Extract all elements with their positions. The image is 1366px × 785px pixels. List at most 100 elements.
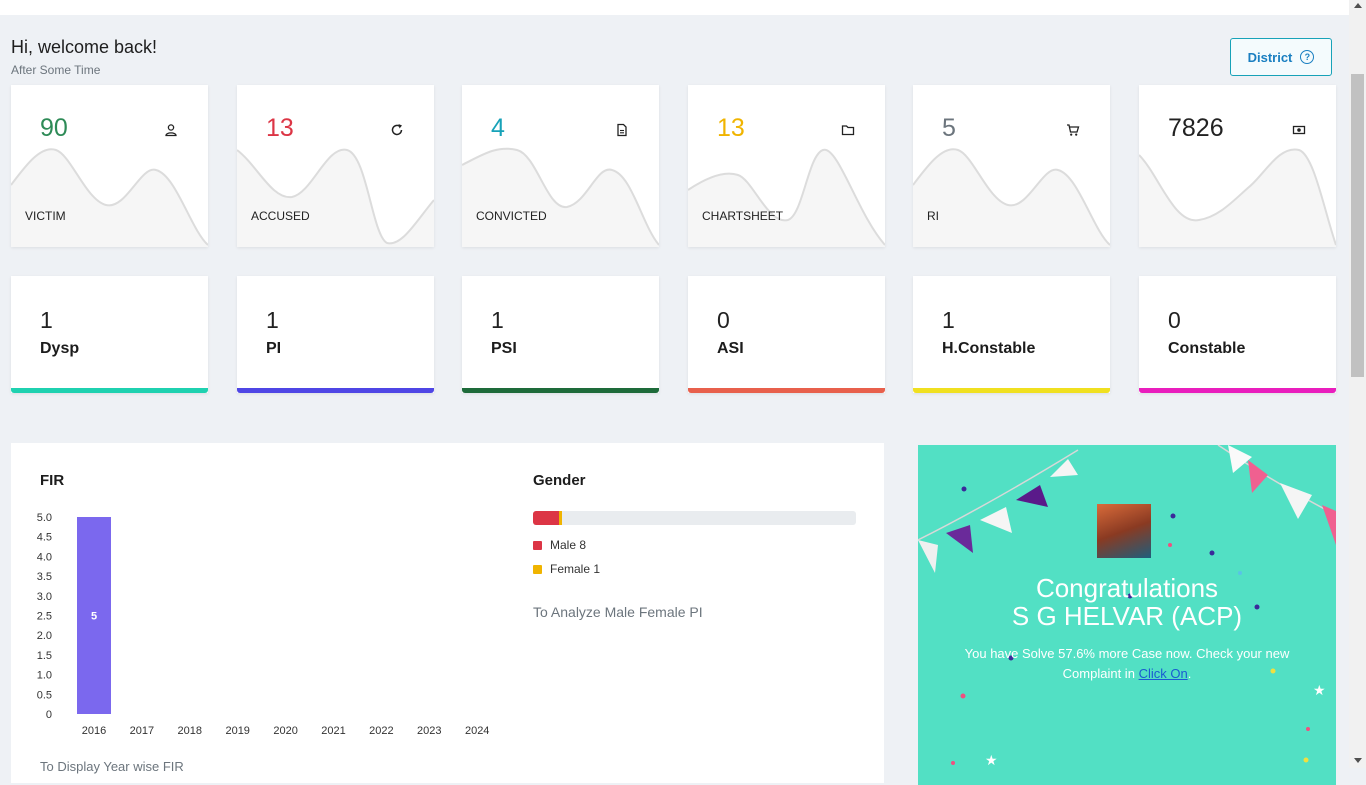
stat-label: CHARTSHEET	[702, 209, 784, 223]
gender-caption: To Analyze Male Female PI	[533, 604, 703, 620]
rank-count: 1	[942, 307, 955, 333]
folder-icon	[841, 123, 855, 137]
rank-accent-bar	[462, 388, 659, 393]
rank-label: ASI	[717, 340, 744, 357]
top-bar	[0, 0, 1349, 15]
sparkline-wave	[237, 148, 434, 247]
y-tick-label: 1.5	[37, 650, 52, 662]
legend-female-swatch	[533, 564, 542, 574]
rank-label: H.Constable	[942, 340, 1036, 357]
stat-label: VICTIM	[25, 209, 66, 223]
rank-accent-bar	[688, 388, 885, 393]
rank-accent-bar	[1139, 388, 1336, 393]
stat-value: 7826	[1168, 114, 1224, 142]
x-tick-label: 2017	[130, 725, 154, 737]
congrats-name: S G HELVAR (ACP)	[1011, 601, 1243, 631]
click-on-link[interactable]: Click On	[1139, 666, 1188, 681]
congrats-message-end: .	[1187, 666, 1192, 681]
congrats-message-text: You have Solve 57.6% more Case now. Chec…	[964, 646, 1290, 681]
congrats-message: You have Solve 57.6% more Case now. Chec…	[958, 644, 1296, 684]
rank-card-psi[interactable]: 1 PSI	[462, 276, 659, 393]
stat-card-victim[interactable]: 90 VICTIM	[11, 85, 208, 247]
x-tick-label: 2020	[273, 725, 297, 737]
y-tick-label: 4.5	[37, 532, 52, 544]
scroll-thumb[interactable]	[1351, 74, 1364, 377]
fir-title: FIR	[40, 472, 65, 489]
stat-label: RI	[927, 209, 939, 223]
stat-value: 4	[491, 114, 505, 142]
avatar	[1097, 504, 1151, 558]
refresh-icon	[390, 123, 404, 137]
legend-male-swatch	[533, 540, 542, 550]
rank-count: 0	[717, 307, 730, 333]
stat-label: CONVICTED	[476, 209, 547, 223]
stat-label: ACCUSED	[251, 209, 310, 223]
stat-value: 13	[266, 114, 294, 142]
y-tick-label: 3.5	[37, 571, 52, 583]
rank-label: PSI	[491, 340, 517, 357]
legend-male-label: Male 8	[550, 538, 587, 552]
scroll-up-icon[interactable]	[1354, 3, 1362, 8]
y-tick-label: 3.0	[37, 591, 52, 603]
stat-card-convicted[interactable]: 4 CONVICTED	[462, 85, 659, 247]
fir-bar-data-label: 5	[91, 611, 97, 623]
congratulations-card: ★ ★ Congratulations S G HELVAR (ACP) You…	[918, 445, 1336, 785]
x-tick-label: 2016	[82, 725, 106, 737]
stat-card-accused[interactable]: 13 ACCUSED	[237, 85, 434, 247]
sparkline-wave	[913, 148, 1110, 247]
fir-bar-chart: 0 0.5 1.0 1.5 2.0 2.5 3.0 3.5 4.0 4.5 5.0 5 2016 2017…	[37, 512, 490, 737]
cart-icon	[1066, 123, 1080, 137]
gender-title: Gender	[533, 472, 586, 489]
stat-card-amount[interactable]: 7826	[1139, 85, 1336, 247]
x-tick-label: 2021	[321, 725, 345, 737]
district-button[interactable]: District ?	[1230, 38, 1332, 76]
money-icon	[1292, 123, 1306, 137]
rank-label: PI	[266, 340, 282, 357]
sparkline-wave	[462, 147, 659, 247]
legend-female: Female 1	[533, 562, 600, 576]
stat-value: 13	[717, 114, 745, 142]
scrollbar[interactable]	[1349, 0, 1366, 768]
gender-segment-0	[533, 511, 559, 525]
sparkline-wave	[11, 148, 208, 247]
welcome-subtitle: After Some Time	[11, 63, 101, 77]
stat-card-ri[interactable]: 5 RI	[913, 85, 1110, 247]
district-button-label: District	[1247, 49, 1293, 65]
rank-count: 1	[491, 307, 504, 333]
rank-card-dysp[interactable]: 1 Dysp	[11, 276, 208, 393]
y-tick-label: 4.0	[37, 551, 52, 563]
x-tick-label: 2018	[178, 725, 202, 737]
rank-card-constable[interactable]: 0 Constable	[1139, 276, 1336, 393]
user-icon	[164, 123, 178, 137]
rank-label: Dysp	[40, 340, 80, 357]
svg-text:★: ★	[985, 753, 998, 769]
fir-gender-panel: FIR 0 0.5 1.0 1.5 2.0 2.5 3.0 3.5 4.0 4.5 5.0 5 2016…	[11, 443, 884, 783]
rank-count: 1	[40, 307, 53, 333]
y-tick-label: 0	[46, 709, 52, 721]
y-tick-label: 0.5	[37, 689, 52, 701]
stat-value: 90	[40, 114, 68, 142]
rank-card-pi[interactable]: 1 PI	[237, 276, 434, 393]
x-tick-label: 2023	[417, 725, 441, 737]
y-tick-label: 2.0	[37, 630, 52, 642]
rank-count: 1	[266, 307, 279, 333]
sparkline-wave	[688, 148, 885, 247]
x-tick-label: 2024	[465, 725, 489, 737]
welcome-heading: Hi, welcome back!	[11, 37, 158, 57]
y-tick-label: 2.5	[37, 611, 52, 623]
scroll-down-icon[interactable]	[1354, 758, 1362, 763]
y-tick-label: 1.0	[37, 670, 52, 682]
help-icon: ?	[1300, 50, 1315, 64]
svg-text:★: ★	[1313, 683, 1326, 699]
rank-count: 0	[1168, 307, 1181, 333]
congrats-title: Congratulations	[1035, 573, 1219, 603]
rank-card-asi[interactable]: 0 ASI	[688, 276, 885, 393]
x-tick-label: 2022	[369, 725, 393, 737]
rank-card-h-constable[interactable]: 1 H.Constable	[913, 276, 1110, 393]
stat-card-chartsheet[interactable]: 13 CHARTSHEET	[688, 85, 885, 247]
fir-caption: To Display Year wise FIR	[40, 759, 184, 774]
stat-value: 5	[942, 114, 956, 142]
sparkline-wave	[1139, 148, 1336, 247]
rank-accent-bar	[11, 388, 208, 393]
rank-accent-bar	[913, 388, 1110, 393]
